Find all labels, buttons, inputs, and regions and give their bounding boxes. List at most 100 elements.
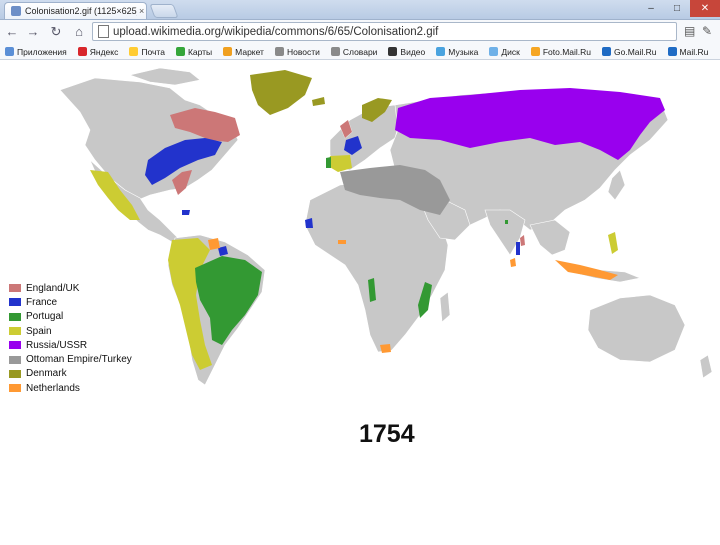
page-icon: [98, 25, 109, 38]
map-year-label: 1754: [359, 420, 415, 448]
legend-item: Denmark: [9, 367, 132, 381]
legend-label: Netherlands: [26, 382, 80, 394]
bookmark-label: Mail.Ru: [679, 46, 709, 57]
bookmark-item[interactable]: Карты: [175, 46, 213, 57]
bookmark-label: Словари: [342, 46, 378, 57]
madagascar-landmass: [439, 291, 451, 323]
forward-button[interactable]: →: [24, 24, 42, 40]
legend-label: Spain: [26, 325, 52, 337]
legend-item: Portugal: [9, 310, 132, 324]
bookmark-item[interactable]: Диск: [489, 46, 520, 57]
bookmark-item[interactable]: Новости: [274, 46, 320, 57]
url-text: upload.wikimedia.org/wikipedia/commons/6…: [113, 25, 439, 38]
bookmark-label: Приложения: [17, 46, 67, 57]
legend-item: Spain: [9, 324, 132, 338]
minimize-button[interactable]: –: [638, 0, 664, 17]
market-icon: [223, 47, 233, 56]
bookmark-item[interactable]: Яндекс: [77, 46, 119, 57]
bookmark-item[interactable]: Музыка: [436, 47, 478, 57]
music-icon: [436, 47, 446, 56]
bookmark-item[interactable]: Словари: [330, 46, 378, 57]
legend-label: Ottoman Empire/Turkey: [26, 354, 132, 366]
legend-label: Portugal: [26, 311, 64, 323]
bookmark-label: Foto.Mail.Ru: [542, 46, 592, 57]
address-bar[interactable]: upload.wikimedia.org/wikipedia/commons/6…: [92, 22, 677, 41]
window-controls: – □ ✕: [638, 0, 720, 17]
legend-label: Denmark: [26, 368, 67, 380]
denmark-iceland: [312, 97, 325, 106]
france-india: [516, 242, 520, 255]
home-button[interactable]: ⌂: [70, 24, 88, 40]
bookmark-label: Почта: [141, 46, 165, 57]
browser-toolbar: ← → ↻ ⌂ upload.wikimedia.org/wikipedia/c…: [0, 20, 720, 44]
new-zealand: [699, 354, 713, 379]
bookmark-label: Go.Mail.Ru: [614, 46, 657, 57]
bookmark-label: Музыка: [448, 46, 479, 57]
legend-item: Netherlands: [9, 381, 132, 395]
legend-swatch: [9, 369, 21, 378]
foto-mail-icon: [530, 47, 540, 56]
go-mail-icon: [602, 47, 612, 56]
legend-label: England/UK: [26, 282, 80, 294]
legend-swatch: [9, 327, 21, 336]
legend-item: England/UK: [9, 281, 132, 295]
disk-icon: [489, 47, 499, 56]
france-caribbean: [182, 210, 190, 215]
maximize-button[interactable]: □: [664, 0, 690, 17]
tab-active[interactable]: Colonisation2.gif (1125×625) ×: [4, 2, 147, 19]
bookmark-label: Яндекс: [89, 46, 119, 57]
new-tab-button[interactable]: [149, 4, 179, 18]
news-icon: [274, 47, 284, 56]
yandex-icon: [77, 47, 87, 56]
netherlands-guiana: [208, 238, 220, 250]
legend-item: Russia/USSR: [9, 338, 132, 352]
australia-landmass: [587, 294, 686, 363]
legend-swatch: [9, 312, 21, 321]
england-india: [520, 235, 525, 246]
legend-label: Russia/USSR: [26, 339, 88, 351]
legend-swatch: [9, 355, 21, 364]
back-button[interactable]: ←: [3, 24, 21, 40]
colonisation-map-image: England/UK France Portugal Spain Russia/USSR…: [0, 60, 720, 540]
netherlands-indonesia: [555, 260, 618, 280]
dictionary-icon: [330, 47, 340, 56]
video-icon: [388, 47, 398, 56]
bookmark-item[interactable]: Foto.Mail.Ru: [530, 46, 592, 57]
legend-item: France: [9, 295, 132, 309]
bookmarks-bar: Приложения Яндекс Почта Карты Маркет Новости С…: [0, 44, 720, 60]
bookmark-item[interactable]: Видео: [388, 47, 425, 57]
mail-icon: [129, 47, 139, 56]
bookmark-label: Диск: [501, 46, 520, 57]
apps-icon: [5, 47, 14, 56]
bookmark-item[interactable]: Маркет: [223, 47, 264, 57]
portugal-india: [505, 220, 508, 224]
bookmark-item[interactable]: Go.Mail.Ru: [602, 47, 657, 57]
legend-swatch: [9, 384, 21, 393]
netherlands-gold-coast: [338, 240, 346, 244]
legend-item: Ottoman Empire/Turkey: [9, 352, 132, 366]
tab-close-icon[interactable]: ×: [139, 6, 144, 16]
close-window-button[interactable]: ✕: [690, 0, 720, 17]
tab-title: Colonisation2.gif (1125×625): [25, 6, 137, 16]
bookmark-item[interactable]: Mail.Ru: [667, 46, 709, 57]
bookmark-label: Маркет: [235, 46, 264, 57]
wrench-icon[interactable]: ✎: [702, 24, 712, 38]
map-legend: England/UK France Portugal Spain Russia/USSR…: [9, 281, 132, 395]
bookmark-label: Карты: [187, 46, 213, 57]
image-favicon-icon: [11, 6, 21, 16]
mail-ru-icon: [667, 47, 677, 56]
southeast-asia-landmass: [529, 219, 571, 256]
tab-bar: Colonisation2.gif (1125×625) × – □ ✕: [0, 0, 720, 20]
legend-swatch: [9, 284, 21, 293]
bookmark-label: Новости: [286, 46, 320, 57]
denmark-greenland: [250, 70, 312, 115]
maps-icon: [175, 47, 185, 56]
bookmark-label: Видео: [400, 46, 426, 57]
legend-swatch: [9, 298, 21, 307]
bookmark-item[interactable]: Почта: [129, 47, 165, 57]
legend-label: France: [26, 296, 58, 308]
bookmark-item[interactable]: Приложения: [5, 47, 67, 57]
reload-button[interactable]: ↻: [47, 24, 65, 40]
portugal-metropolitan: [326, 157, 331, 168]
page-menu-icon[interactable]: ▤: [684, 24, 695, 38]
